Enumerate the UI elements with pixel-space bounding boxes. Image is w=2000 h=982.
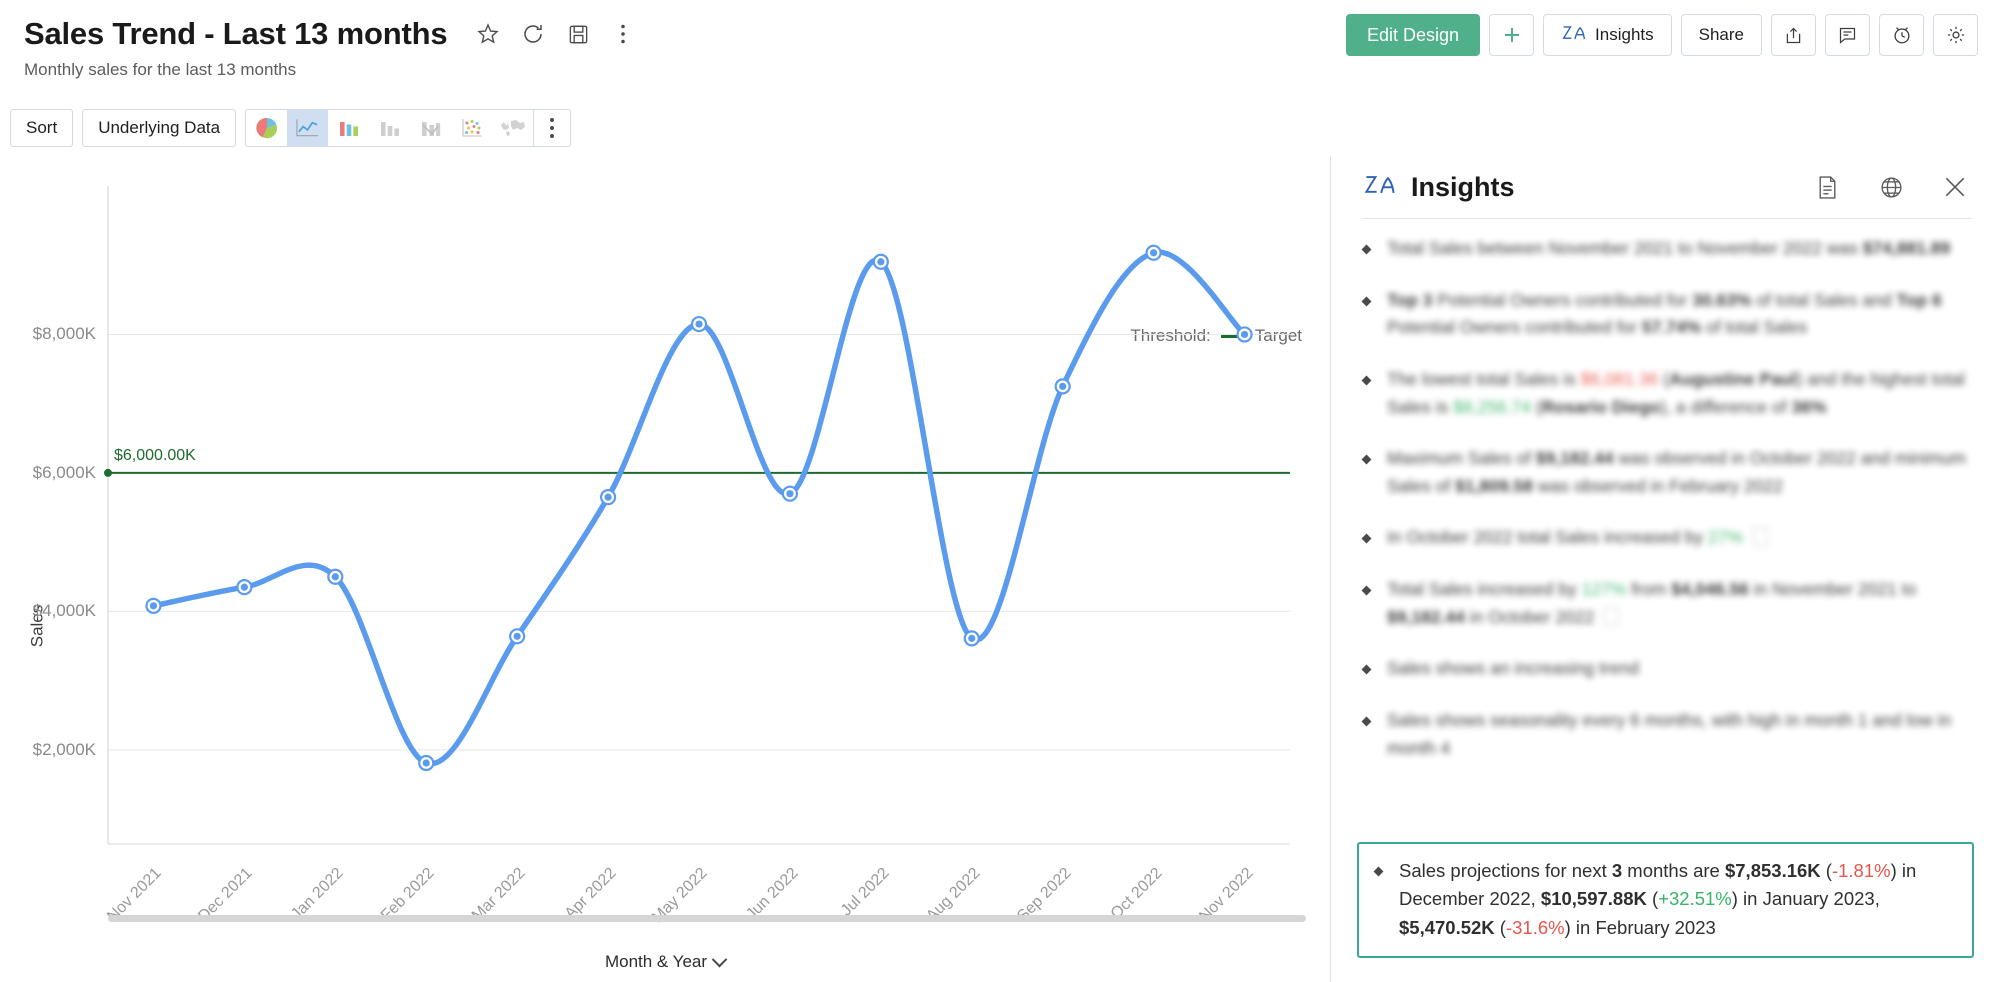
chart-pane: Threshold: Target Sales $2,000K$4,000K$6… (0, 156, 1330, 982)
viz-type-group (245, 109, 571, 147)
alarm-clock-icon[interactable] (1879, 14, 1924, 56)
close-icon[interactable] (1938, 170, 1972, 204)
data-point-core[interactable] (968, 635, 975, 642)
insights-panel: Insights Total Sales between November 20… (1331, 156, 2000, 982)
bullet-icon (1363, 666, 1373, 683)
sales-projection-text: Sales projections for next 3 months are … (1399, 857, 1956, 942)
map-chart-icon[interactable] (492, 110, 533, 146)
bullet-icon (1363, 298, 1373, 342)
data-point-core[interactable] (786, 490, 793, 497)
dot (550, 134, 554, 138)
insight-item[interactable]: In October 2022 total Sales increased by… (1363, 524, 1974, 552)
data-point-core[interactable] (1059, 383, 1066, 390)
zia-logo-icon (1561, 23, 1587, 48)
data-point-core[interactable] (423, 759, 430, 766)
insights-button-label: Insights (1595, 25, 1654, 45)
scatter-chart-icon[interactable] (451, 110, 492, 146)
insight-text: Sales shows seasonality every 6 months, … (1387, 707, 1974, 762)
x-axis-title[interactable]: Month & Year (0, 952, 1330, 972)
insight-item[interactable]: Total Sales between November 2021 to Nov… (1363, 235, 1974, 263)
x-axis-title-label: Month & Year (605, 952, 707, 972)
insights-title: Insights (1411, 172, 1515, 203)
document-icon[interactable] (1810, 170, 1844, 204)
bullet-icon (1363, 246, 1373, 263)
threshold-marker (104, 469, 112, 477)
insight-text: In October 2022 total Sales increased by… (1387, 524, 1768, 552)
dot (550, 118, 554, 122)
refresh-icon[interactable] (520, 21, 546, 47)
insight-item[interactable]: Total Sales increased by 127% from $4,04… (1363, 576, 1974, 631)
export-icon[interactable] (1771, 14, 1816, 56)
insight-text: Sales shows an increasing trend (1387, 655, 1639, 683)
data-point-core[interactable] (1150, 249, 1157, 256)
chart-toolbar: Sort Underlying Data (0, 100, 2000, 156)
y-axis-tick-label: $2,000K (33, 740, 96, 760)
combo-chart-icon[interactable] (410, 110, 451, 146)
page-subtitle: Monthly sales for the last 13 months (24, 60, 1976, 80)
bullet-icon (1363, 718, 1373, 762)
bullet-icon (1363, 587, 1373, 631)
insight-item[interactable]: Top 3 Potential Owners contributed for 3… (1363, 287, 1974, 342)
add-button[interactable] (1489, 14, 1534, 56)
data-point-core[interactable] (332, 573, 339, 580)
data-point-core[interactable] (241, 584, 248, 591)
chart-plot[interactable] (0, 156, 1330, 976)
column-chart-icon[interactable] (369, 110, 410, 146)
main-area: Threshold: Target Sales $2,000K$4,000K$6… (0, 156, 2000, 982)
insights-footer (1331, 976, 2000, 982)
bullet-icon (1375, 868, 1385, 942)
scrollbar-thumb[interactable] (108, 915, 1306, 922)
sales-projection-callout[interactable]: Sales projections for next 3 months are … (1357, 842, 1974, 958)
more-options-icon[interactable] (610, 21, 636, 47)
insight-item[interactable]: The lowest total Sales is $6,081.36 (Aug… (1363, 366, 1974, 421)
insight-text: Maximum Sales of $9,182.44 was observed … (1387, 445, 1974, 500)
favorite-star-icon[interactable] (475, 21, 501, 47)
edit-design-button[interactable]: Edit Design (1346, 14, 1480, 56)
threshold-value-label: $6,000.00K (114, 447, 196, 465)
bullet-icon (1363, 456, 1373, 500)
header-actions: Edit Design Insights Share (1346, 14, 1978, 56)
insight-text: Total Sales increased by 127% from $4,04… (1387, 576, 1974, 631)
comment-icon[interactable] (1825, 14, 1870, 56)
title-action-icons (475, 21, 636, 47)
y-axis-tick-label: $4,000K (33, 601, 96, 621)
data-point-core[interactable] (877, 258, 884, 265)
pie-chart-icon[interactable] (246, 110, 287, 146)
chart-horizontal-scrollbar[interactable] (108, 915, 1306, 922)
data-point-core[interactable] (695, 320, 702, 327)
data-point-core[interactable] (150, 602, 157, 609)
gear-icon[interactable] (1933, 14, 1978, 56)
insight-text: Total Sales between November 2021 to Nov… (1387, 235, 1950, 263)
globe-icon[interactable] (1874, 170, 1908, 204)
more-chart-options-icon[interactable] (534, 110, 570, 146)
page-title: Sales Trend - Last 13 months (24, 18, 447, 51)
insight-item[interactable]: Sales shows seasonality every 6 months, … (1363, 707, 1974, 762)
save-icon[interactable] (565, 21, 591, 47)
report-view: Sales Trend - Last 13 months Monthly sal… (0, 0, 2000, 982)
insights-header: Insights (1331, 156, 2000, 218)
insight-text: Top 3 Potential Owners contributed for 3… (1387, 287, 1974, 342)
bar-chart-icon[interactable] (328, 110, 369, 146)
data-point-core[interactable] (1241, 331, 1248, 338)
insight-item[interactable]: Maximum Sales of $9,182.44 was observed … (1363, 445, 1974, 500)
dot (550, 126, 554, 130)
sort-button[interactable]: Sort (10, 109, 73, 147)
data-point-core[interactable] (604, 494, 611, 501)
insight-text: The lowest total Sales is $6,081.36 (Aug… (1387, 366, 1974, 421)
bullet-icon (1363, 377, 1373, 421)
insights-button[interactable]: Insights (1543, 14, 1672, 56)
insight-item[interactable]: Sales shows an increasing trend (1363, 655, 1974, 683)
chevron-down-icon (712, 951, 728, 967)
y-axis-tick-label: $8,000K (33, 324, 96, 344)
underlying-data-button[interactable]: Underlying Data (82, 109, 236, 147)
insights-list[interactable]: Total Sales between November 2021 to Nov… (1331, 219, 2000, 838)
line-chart-icon[interactable] (287, 110, 328, 146)
y-axis-tick-label: $6,000K (33, 463, 96, 483)
header-bar: Sales Trend - Last 13 months Monthly sal… (0, 0, 2000, 100)
share-button[interactable]: Share (1681, 14, 1762, 56)
bullet-icon (1363, 535, 1373, 552)
zia-logo-icon (1363, 172, 1397, 203)
data-point-core[interactable] (514, 633, 521, 640)
